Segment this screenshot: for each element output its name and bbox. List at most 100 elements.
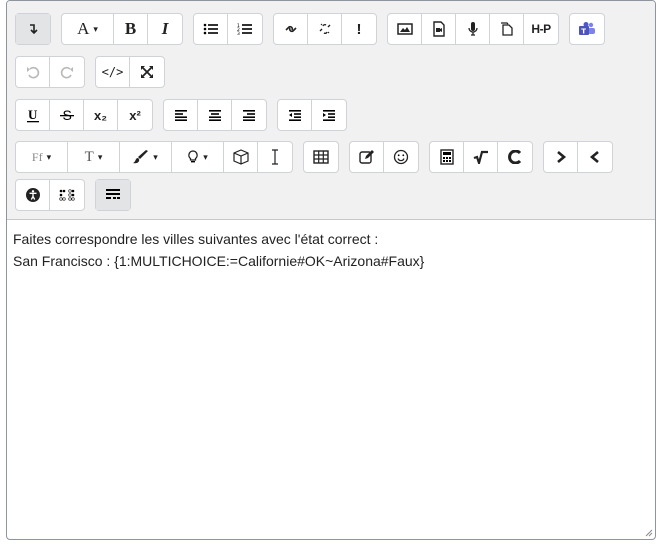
bold-button[interactable]: B [114, 14, 148, 44]
toolbar-group-lists: 123 [193, 13, 263, 45]
chevron-left-icon [589, 151, 599, 163]
align-right-icon [243, 110, 255, 121]
link-icon [284, 25, 297, 33]
italic-button[interactable]: I [148, 14, 182, 44]
undo-button[interactable] [16, 57, 50, 87]
microphone-icon [467, 22, 478, 36]
expand-icon [141, 66, 153, 78]
underline-icon: U [26, 107, 39, 123]
accessibility-icon [25, 188, 40, 202]
emphasis-button[interactable]: ! [342, 14, 376, 44]
toolbar-group-accessibility [15, 179, 85, 211]
fullscreen-button[interactable] [130, 57, 164, 87]
square-root-icon [473, 150, 488, 164]
unlink-icon [319, 23, 330, 35]
strikethrough-button[interactable]: S [50, 100, 84, 130]
unordered-list-button[interactable] [194, 14, 228, 44]
toolbar-group-font: Ff ▾ T ▾ ▾ ▾ [15, 141, 293, 173]
screenreader-helper-button[interactable] [50, 180, 84, 210]
text-cursor-icon [272, 149, 278, 165]
pen-square-icon [358, 150, 374, 164]
subscript-button[interactable]: x₂ [84, 100, 118, 130]
paragraph-style-button[interactable]: A ▾ [62, 14, 114, 44]
show-more-buttons-button[interactable] [96, 180, 130, 210]
lightbulb-icon [188, 150, 198, 163]
undo-icon [26, 66, 39, 79]
toolbar-group-extra [95, 179, 131, 211]
editor-toolbar: A ▾ B I 123 ! H-P T </> U x₂ x² Ff ▾ T ▾… [7, 1, 655, 220]
insert-emoji-button[interactable] [384, 142, 418, 172]
link-button[interactable] [274, 14, 308, 44]
record-audio-button[interactable] [456, 14, 490, 44]
font-size-button[interactable]: T ▾ [68, 142, 120, 172]
brush-icon [133, 150, 149, 164]
underline-button[interactable]: U [16, 100, 50, 130]
align-left-icon [174, 110, 187, 121]
unlink-button[interactable] [308, 14, 342, 44]
edit-annotation-button[interactable] [350, 142, 384, 172]
toolbar-group-media: H-P [387, 13, 559, 45]
editor-content-area[interactable]: Faites correspondre les villes suivantes… [7, 220, 655, 280]
accessibility-checker-button[interactable] [16, 180, 50, 210]
numbered-list-icon: 123 [237, 23, 252, 36]
toolbar-group-table [303, 141, 339, 173]
resize-handle-icon[interactable] [643, 527, 653, 537]
collapse-toolbar-button[interactable] [16, 14, 50, 44]
strikethrough-icon: S [59, 107, 74, 123]
toolbar-row-1: A ▾ B I 123 ! H-P T [15, 13, 615, 45]
svg-text:U: U [28, 107, 38, 122]
insert-h5p-button[interactable]: H-P [524, 14, 558, 44]
superscript-button[interactable]: x² [118, 100, 152, 130]
insert-media-button[interactable] [422, 14, 456, 44]
align-left-button[interactable] [164, 100, 198, 130]
question-text-line-1: Faites correspondre les villes suivantes… [13, 231, 379, 247]
html-source-button[interactable]: </> [96, 57, 130, 87]
align-center-button[interactable] [198, 100, 232, 130]
insert-image-button[interactable] [388, 14, 422, 44]
equation-editor-button[interactable] [464, 142, 498, 172]
clear-formatting-button[interactable] [224, 142, 258, 172]
indent-button[interactable] [312, 100, 346, 130]
align-center-icon [208, 110, 221, 121]
toolbar-group-direction [543, 141, 613, 173]
ordered-list-button[interactable]: 123 [228, 14, 262, 44]
outdent-icon [288, 110, 301, 121]
toolbar-group-insert [349, 141, 419, 173]
image-icon [396, 23, 413, 35]
chemistry-editor-button[interactable] [498, 142, 532, 172]
rtl-button[interactable] [578, 142, 612, 172]
font-family-button[interactable]: Ff ▾ [16, 142, 68, 172]
chevron-right-icon [556, 151, 566, 163]
toolbar-row-5 [15, 179, 141, 211]
text-cursor-button[interactable] [258, 142, 292, 172]
toolbar-group-alignment [163, 99, 267, 131]
toolbar-row-4: Ff ▾ T ▾ ▾ ▾ [15, 141, 623, 173]
toolbar-group-math [429, 141, 533, 173]
background-color-button[interactable]: ▾ [172, 142, 224, 172]
outdent-button[interactable] [278, 100, 312, 130]
redo-icon [60, 66, 73, 79]
align-right-button[interactable] [232, 100, 266, 130]
toolbar-group-indent [277, 99, 347, 131]
calculator-icon [439, 149, 454, 165]
files-icon [500, 22, 513, 36]
teams-meeting-button[interactable]: T [570, 14, 604, 44]
toolbar-group-collapse [15, 13, 51, 45]
bullet-list-icon [203, 23, 218, 35]
rich-text-editor: A ▾ B I 123 ! H-P T </> U x₂ x² Ff ▾ T ▾… [6, 0, 656, 540]
toolbar-row-2: </> [15, 56, 175, 88]
toolbar-row-3: U S x₂ x² [15, 99, 357, 131]
box-icon [232, 149, 249, 165]
redo-button[interactable] [50, 57, 84, 87]
teams-icon: T [579, 22, 595, 36]
manage-files-button[interactable] [490, 14, 524, 44]
ltr-button[interactable] [544, 142, 578, 172]
font-color-button[interactable]: ▾ [120, 142, 172, 172]
insert-table-button[interactable] [304, 142, 338, 172]
toolbar-group-links: ! [273, 13, 377, 45]
indent-icon [323, 110, 335, 121]
toolbar-group-formatting: U S x₂ x² [15, 99, 153, 131]
svg-text:T: T [581, 28, 586, 36]
calculator-button[interactable] [430, 142, 464, 172]
toolbar-group-history [15, 56, 85, 88]
